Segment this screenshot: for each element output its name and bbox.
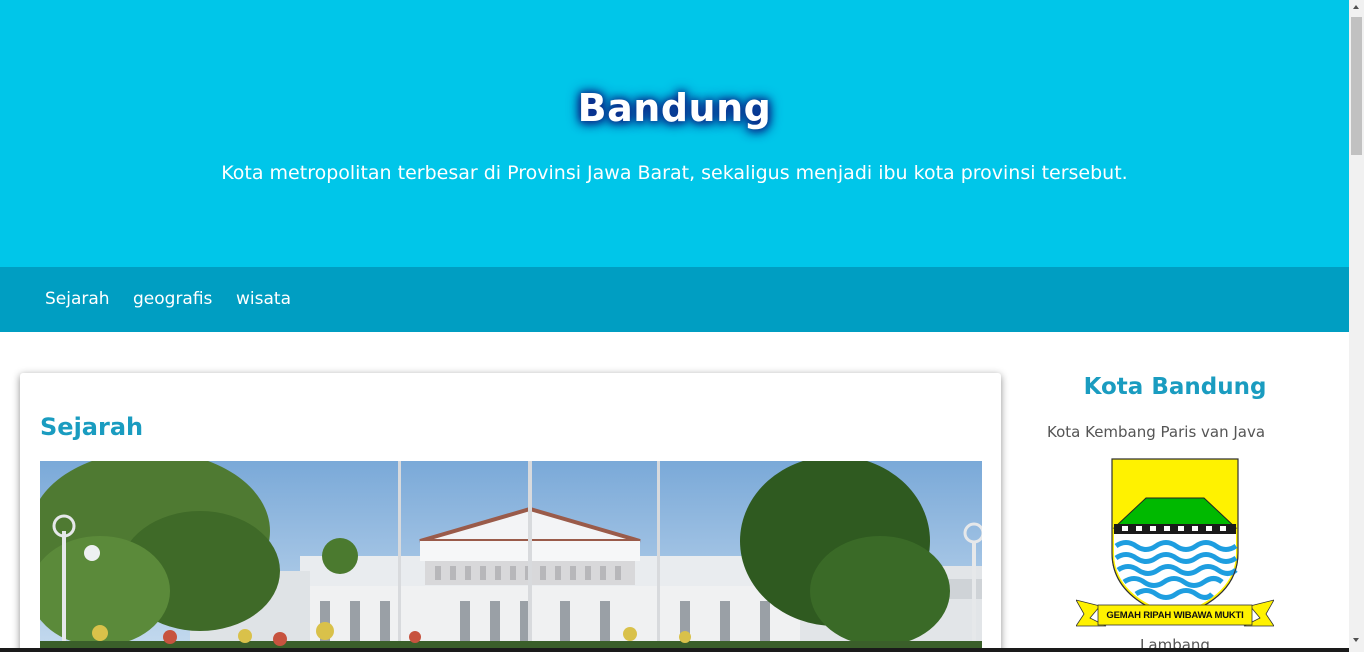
gedung-sate-photo	[40, 461, 982, 652]
site-tagline: Kota metropolitan terbesar di Provinsi J…	[221, 162, 1128, 184]
site-title: Bandung	[577, 86, 772, 130]
page: Bandung Kota metropolitan terbesar di Pr…	[0, 0, 1349, 652]
content-card: Sejarah	[20, 373, 1001, 652]
sidebar: Kota Bandung Kota Kembang Paris van Java	[1021, 332, 1329, 652]
arrow-down-icon	[1353, 638, 1359, 642]
nav-link-sejarah[interactable]: Sejarah	[45, 289, 110, 309]
scroll-up-button[interactable]	[1349, 0, 1364, 15]
window-bottom-edge	[0, 648, 1349, 652]
scroll-down-button[interactable]	[1349, 632, 1364, 647]
nav-link-wisata[interactable]: wisata	[236, 289, 291, 309]
scroll-thumb[interactable]	[1351, 17, 1362, 155]
vertical-scrollbar[interactable]	[1349, 0, 1364, 652]
site-header: Bandung Kota metropolitan terbesar di Pr…	[0, 0, 1349, 267]
main-nav: Sejarah geografis wisata	[0, 267, 1349, 332]
sidebar-subtitle: Kota Kembang Paris van Java	[1047, 423, 1266, 441]
emblem-motto: GEMAH RIPAH WIBAWA MUKTI	[1106, 610, 1244, 621]
arrow-up-icon	[1353, 5, 1359, 9]
section-title: Sejarah	[40, 413, 144, 441]
sidebar-title: Kota Bandung	[1083, 374, 1267, 400]
city-emblem: GEMAH RIPAH WIBAWA MUKTI	[1075, 458, 1275, 630]
nav-link-geografis[interactable]: geografis	[133, 289, 212, 309]
